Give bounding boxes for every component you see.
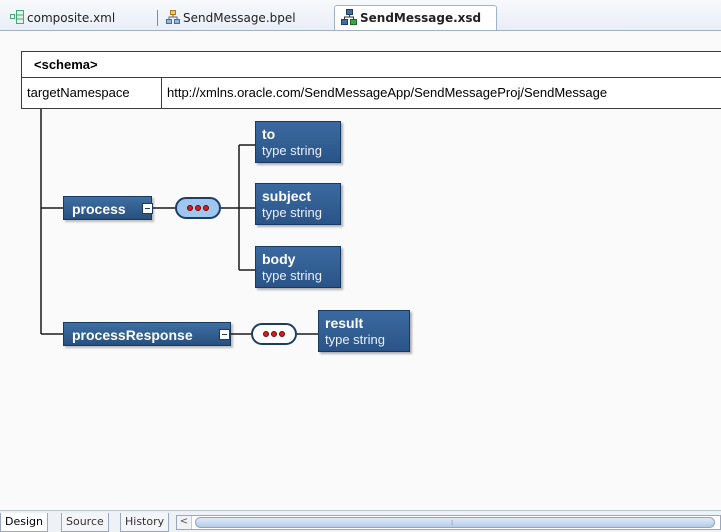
element-type: type string	[262, 268, 322, 283]
element-to[interactable]: to type string	[255, 121, 341, 163]
element-result[interactable]: result type string	[318, 310, 410, 352]
collapse-toggle-icon[interactable]	[142, 203, 153, 214]
scroll-grip-icon: ⁞	[451, 519, 454, 527]
element-label: process	[72, 201, 126, 217]
schema-title: <schema>	[22, 52, 721, 78]
tab-sendmessage-bpel[interactable]: SendMessage.bpel	[166, 8, 296, 28]
editor-bottom-bar: Design Source History < ⁞	[0, 510, 721, 532]
element-subject[interactable]: subject type string	[255, 183, 341, 225]
bpel-process-icon	[166, 9, 180, 27]
element-type: type string	[262, 205, 322, 220]
element-processResponse[interactable]: processResponse	[63, 322, 231, 346]
composite-icon	[10, 9, 24, 27]
element-label: result	[325, 315, 364, 331]
element-body[interactable]: body type string	[255, 246, 341, 288]
tab-divider	[157, 10, 158, 26]
tab-design[interactable]: Design	[0, 513, 48, 532]
element-label: to	[262, 126, 276, 142]
tab-history[interactable]: History	[120, 513, 170, 532]
tab-source[interactable]: Source	[61, 513, 109, 532]
tab-label: composite.xml	[27, 11, 116, 25]
tab-composite-xml[interactable]: composite.xml	[10, 8, 115, 28]
sequence-compositor-icon[interactable]	[251, 323, 297, 345]
editor-tab-strip: composite.xml SendMessage.bpel SendMessa…	[0, 0, 721, 31]
element-label: subject	[262, 188, 312, 204]
collapse-toggle-icon[interactable]	[219, 329, 230, 340]
element-process[interactable]: process	[63, 196, 153, 220]
xsd-schema-icon	[341, 8, 357, 28]
schema-root-box[interactable]: <schema> targetNamespace http://xmlns.or…	[21, 51, 721, 109]
scroll-thumb[interactable]: ⁞	[195, 517, 715, 528]
tab-label: SendMessage.xsd	[360, 11, 482, 25]
element-label: processResponse	[72, 327, 193, 343]
element-type: type string	[325, 332, 385, 347]
scroll-left-icon[interactable]: <	[177, 516, 192, 529]
schema-attribute-row: targetNamespace http://xmlns.oracle.com/…	[22, 78, 721, 108]
horizontal-scrollbar[interactable]: < ⁞	[176, 515, 721, 530]
element-label: body	[262, 251, 296, 267]
tab-label: SendMessage.bpel	[183, 11, 296, 25]
element-type: type string	[262, 143, 322, 158]
tab-sendmessage-xsd[interactable]: SendMessage.xsd	[334, 5, 497, 30]
attribute-value[interactable]: http://xmlns.oracle.com/SendMessageApp/S…	[162, 78, 607, 108]
attribute-name: targetNamespace	[22, 78, 162, 108]
schema-design-canvas[interactable]: <schema> targetNamespace http://xmlns.or…	[0, 31, 721, 510]
sequence-compositor-icon[interactable]	[175, 197, 221, 219]
